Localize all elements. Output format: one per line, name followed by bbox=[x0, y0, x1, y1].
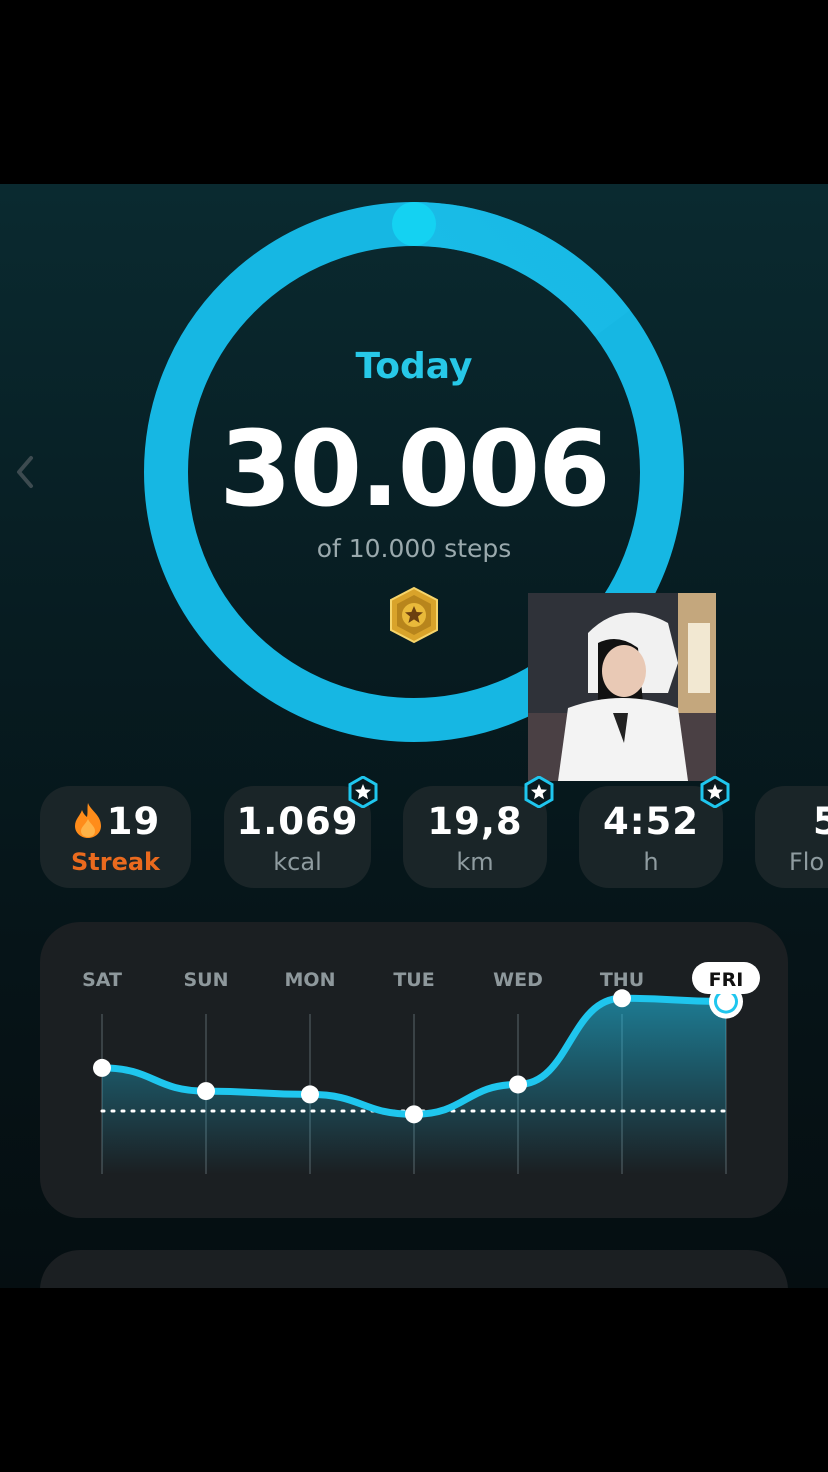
weekly-steps-chart: SAT SUN MON TUE WED THU FRI bbox=[40, 922, 788, 1218]
stat-value: 5 bbox=[813, 800, 828, 843]
chart-day-label: MON bbox=[285, 969, 336, 991]
chevron-left-icon bbox=[17, 456, 33, 488]
stat-unit: km bbox=[456, 848, 494, 876]
date-title: Today bbox=[355, 346, 473, 387]
step-tracker-screen: Today 30.006 of 10.000 steps 19 Streak 1… bbox=[0, 184, 828, 1288]
chart-point bbox=[509, 1075, 527, 1094]
chart-point bbox=[301, 1085, 319, 1104]
stat-floors[interactable]: 5 Flo bbox=[755, 786, 828, 888]
stat-value: 19 bbox=[40, 800, 191, 843]
chart-point bbox=[405, 1105, 423, 1124]
chart-point bbox=[197, 1082, 215, 1101]
chart-day-label: FRI bbox=[709, 969, 744, 991]
chart-point bbox=[613, 989, 631, 1008]
stats-row: 19 Streak 1.069 kcal 19,8 km 4:52 h 5 Fl… bbox=[0, 776, 828, 890]
star-badge-icon bbox=[348, 776, 378, 808]
chart-day-label: SUN bbox=[183, 969, 228, 991]
chart-day-label: WED bbox=[493, 969, 543, 991]
stat-unit: h bbox=[643, 848, 659, 876]
chart-point-selected-core bbox=[717, 992, 735, 1011]
video-thumbnail bbox=[528, 593, 716, 781]
next-section-card bbox=[40, 1250, 788, 1288]
star-badge-icon bbox=[524, 776, 554, 808]
chart-day-label: TUE bbox=[393, 969, 434, 991]
steps-count: 30.006 bbox=[219, 408, 610, 530]
progress-ring-cap bbox=[392, 202, 436, 246]
stat-unit: kcal bbox=[273, 848, 322, 876]
video-overlay[interactable] bbox=[528, 593, 716, 781]
chart-day-label: THU bbox=[600, 969, 644, 991]
weekly-steps-chart-svg: SAT SUN MON TUE WED THU FRI bbox=[82, 962, 760, 1174]
flame-icon bbox=[74, 803, 101, 838]
star-badge-icon bbox=[700, 776, 730, 808]
steps-goal: of 10.000 steps bbox=[316, 534, 512, 563]
previous-day-button[interactable] bbox=[10, 452, 40, 492]
medal-star-icon[interactable] bbox=[387, 586, 441, 644]
stat-streak[interactable]: 19 Streak bbox=[40, 786, 191, 888]
chart-point bbox=[93, 1058, 111, 1077]
stat-unit: Flo bbox=[789, 848, 825, 876]
stat-unit: Streak bbox=[70, 848, 161, 876]
chart-day-label: SAT bbox=[82, 969, 122, 991]
